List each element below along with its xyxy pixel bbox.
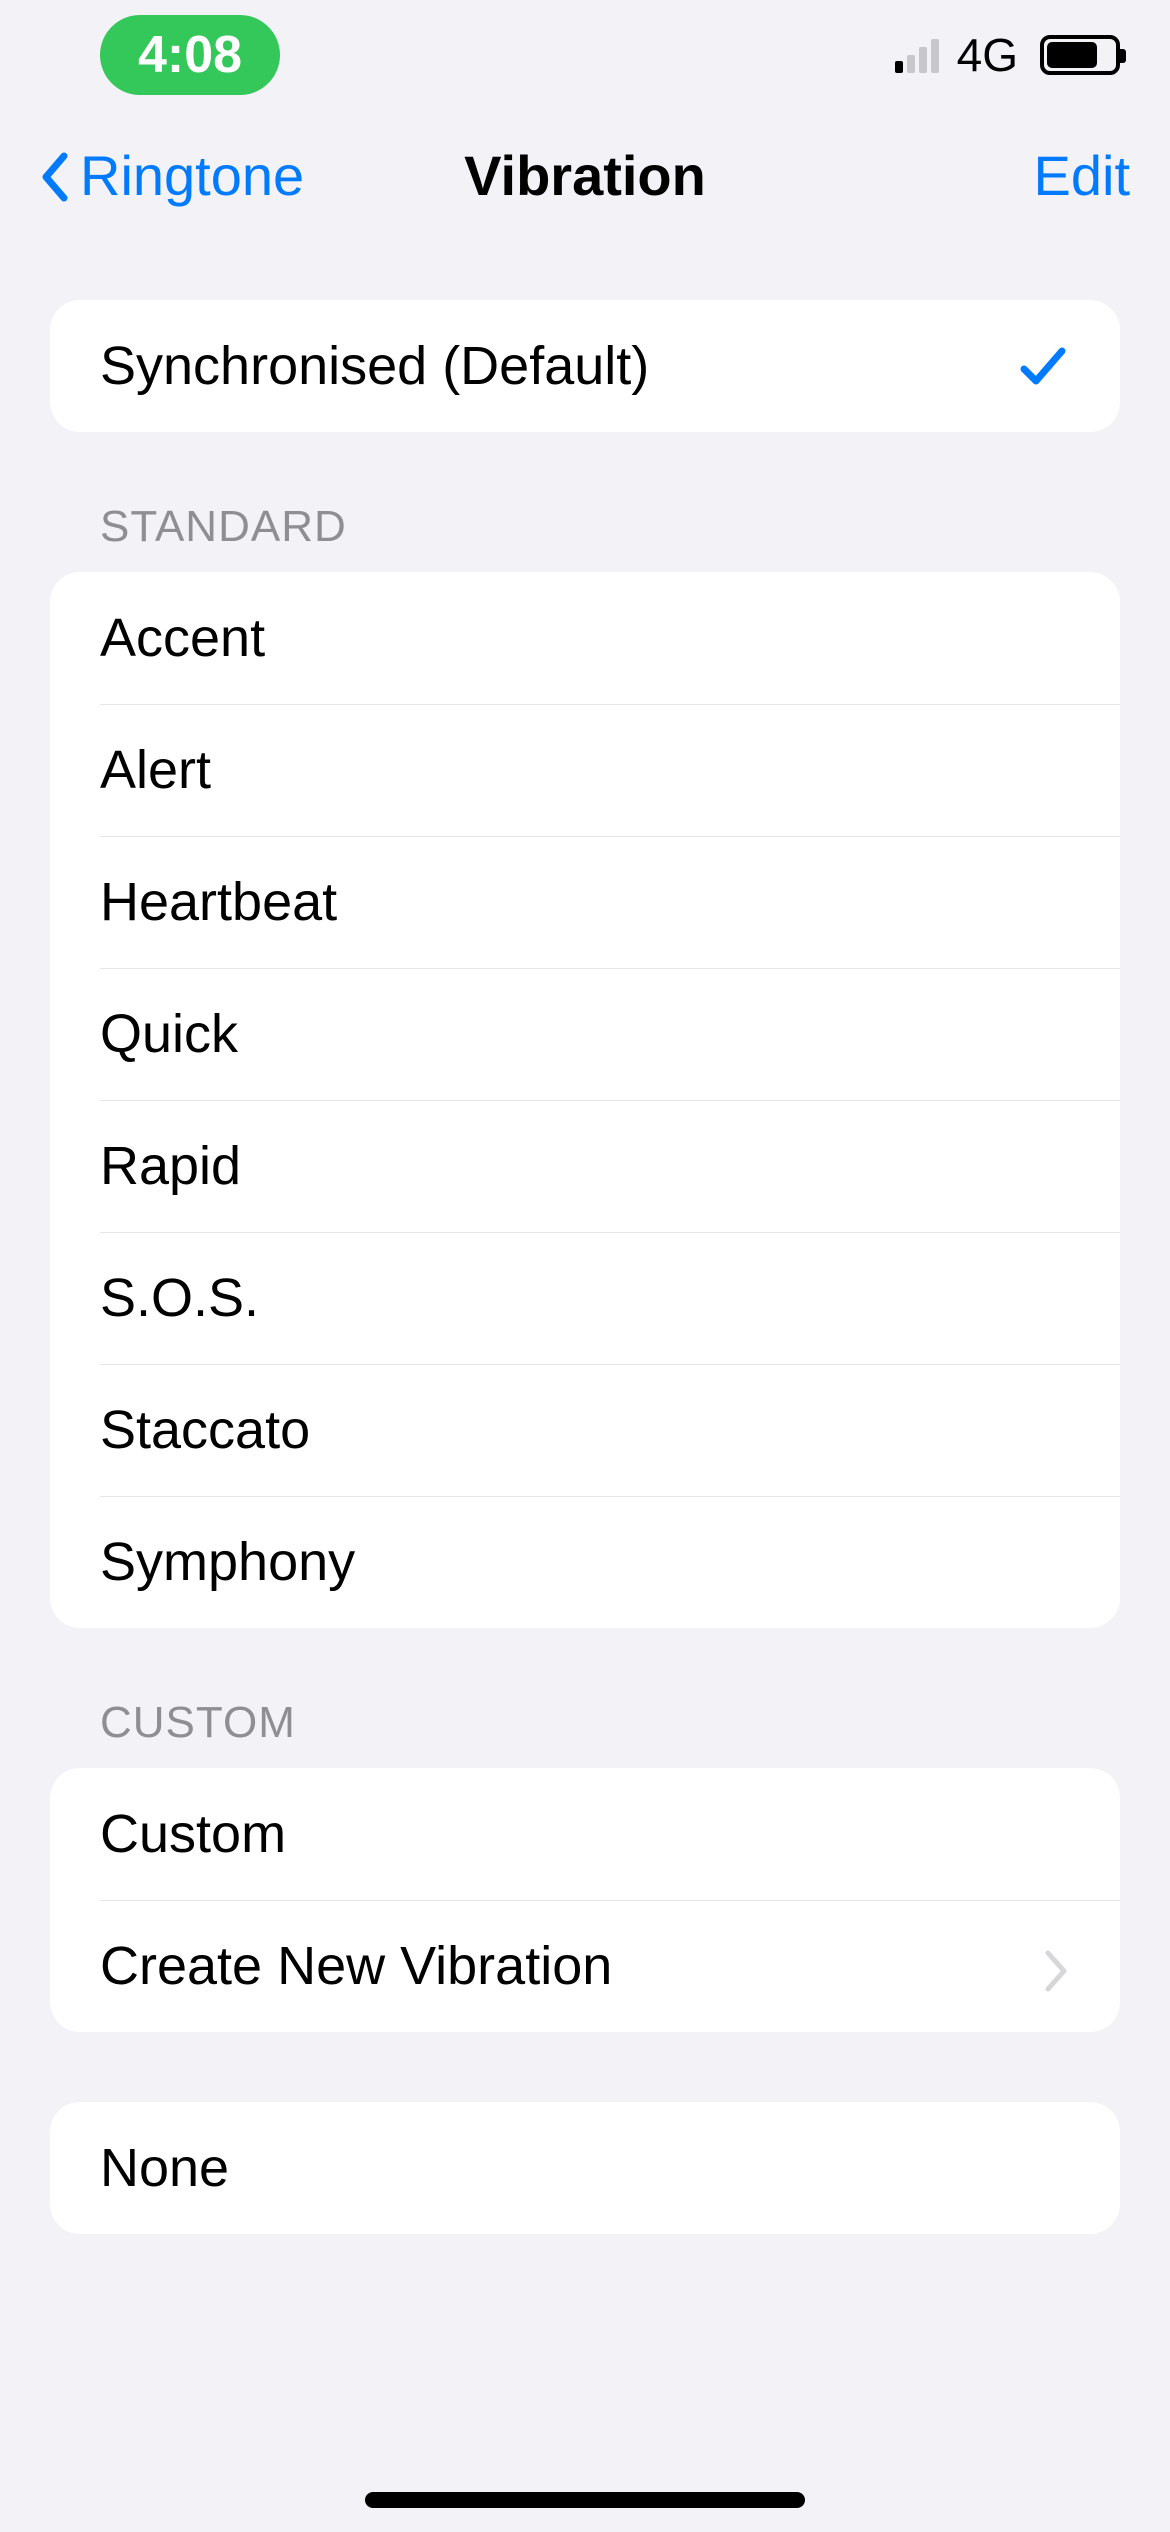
row-label: Custom [100,1803,286,1865]
home-indicator[interactable] [365,2492,805,2508]
chevron-left-icon [40,150,70,200]
page-title: Vibration [464,143,706,208]
row-label: Alert [100,739,211,801]
default-group: Synchronised (Default) [50,300,1120,432]
time-label: 4:08 [138,26,242,84]
time-pill[interactable]: 4:08 [100,15,280,95]
vibration-sos-row[interactable]: S.O.S. [50,1232,1120,1364]
none-group: None [50,2102,1120,2234]
vibration-custom-row[interactable]: Custom [50,1768,1120,1900]
content: Synchronised (Default) Standard Accent A… [0,240,1170,2234]
row-label: Quick [100,1003,238,1065]
row-label: Rapid [100,1135,241,1197]
none-list: None [50,2102,1120,2234]
standard-header: Standard [50,502,1120,572]
row-label: Create New Vibration [100,1935,612,1997]
vibration-symphony-row[interactable]: Symphony [50,1496,1120,1628]
chevron-right-icon [1042,1944,1070,1988]
checkmark-icon [1016,339,1070,393]
vibration-rapid-row[interactable]: Rapid [50,1100,1120,1232]
row-label: Staccato [100,1399,310,1461]
custom-list: Custom Create New Vibration [50,1768,1120,2032]
network-label: 4G [957,28,1018,82]
default-list: Synchronised (Default) [50,300,1120,432]
nav-bar: Ringtone Vibration Edit [0,110,1170,240]
vibration-default-row[interactable]: Synchronised (Default) [50,300,1120,432]
standard-list: Accent Alert Heartbeat Quick Rapid S.O.S… [50,572,1120,1628]
row-label: None [100,2137,229,2199]
custom-header: Custom [50,1698,1120,1768]
create-new-vibration-row[interactable]: Create New Vibration [50,1900,1120,2032]
back-label: Ringtone [80,143,304,208]
back-button[interactable]: Ringtone [40,143,304,208]
standard-group: Standard Accent Alert Heartbeat Quick Ra… [50,502,1120,1628]
row-label: Synchronised (Default) [100,335,649,397]
edit-button[interactable]: Edit [1034,143,1131,208]
vibration-quick-row[interactable]: Quick [50,968,1120,1100]
row-label: S.O.S. [100,1267,259,1329]
vibration-none-row[interactable]: None [50,2102,1120,2234]
row-label: Symphony [100,1531,355,1593]
status-bar: 4:08 4G [0,0,1170,110]
vibration-heartbeat-row[interactable]: Heartbeat [50,836,1120,968]
vibration-alert-row[interactable]: Alert [50,704,1120,836]
row-label: Accent [100,607,265,669]
custom-group: Custom Custom Create New Vibration [50,1698,1120,2032]
vibration-staccato-row[interactable]: Staccato [50,1364,1120,1496]
row-label: Heartbeat [100,871,337,933]
status-right: 4G [895,28,1120,82]
battery-icon [1040,35,1120,75]
cell-signal-icon [895,37,939,73]
vibration-accent-row[interactable]: Accent [50,572,1120,704]
